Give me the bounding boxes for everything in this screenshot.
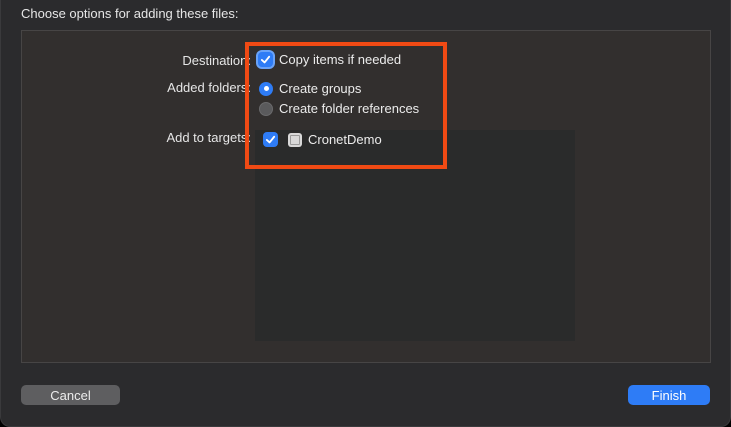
copy-items-label: Copy items if needed: [279, 52, 402, 67]
destination-label: Destination:: [182, 53, 251, 68]
add-to-targets-label: Add to targets:: [166, 130, 251, 145]
create-groups-radio[interactable]: [259, 81, 273, 96]
target-checkbox[interactable]: [263, 132, 278, 147]
copy-items-checkbox[interactable]: [258, 52, 273, 67]
create-folder-references-radio[interactable]: [259, 101, 273, 116]
checkmark-icon: [265, 135, 276, 144]
added-folders-label: Added folders:: [167, 80, 251, 95]
cancel-button[interactable]: Cancel: [21, 385, 120, 405]
checkmark-icon: [260, 55, 271, 64]
create-groups-label: Create groups: [279, 81, 362, 96]
target-item-cronetdemo[interactable]: CronetDemo: [263, 132, 382, 147]
create-groups-radio-row[interactable]: Create groups: [259, 81, 361, 96]
finish-button[interactable]: Finish: [628, 385, 710, 405]
target-name: CronetDemo: [308, 132, 382, 147]
add-files-options-dialog: Choose options for adding these files: D…: [0, 0, 731, 427]
create-folder-references-radio-row[interactable]: Create folder references: [259, 101, 419, 116]
targets-list[interactable]: CronetDemo: [255, 130, 575, 341]
app-target-icon: [288, 132, 302, 147]
create-folder-references-label: Create folder references: [279, 101, 420, 116]
dialog-title: Choose options for adding these files:: [21, 6, 239, 21]
copy-items-checkbox-row[interactable]: Copy items if needed: [258, 52, 401, 67]
